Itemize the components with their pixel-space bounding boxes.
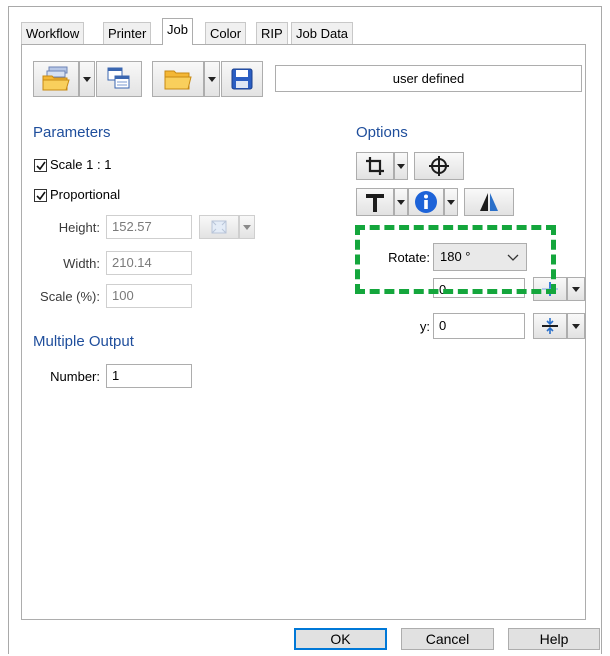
center-vertical-icon xyxy=(542,318,558,334)
crop-button[interactable] xyxy=(356,152,394,180)
floppy-disk-icon xyxy=(231,68,253,90)
mirror-button[interactable] xyxy=(464,188,514,216)
preset-name-field[interactable]: user defined xyxy=(275,65,582,92)
open-template-button[interactable] xyxy=(33,61,79,97)
scale-percent-input[interactable]: 100 xyxy=(106,284,192,308)
chevron-down-icon xyxy=(83,76,91,82)
rotate-select[interactable]: 180 ° xyxy=(433,243,527,271)
help-button[interactable]: Help xyxy=(508,628,600,650)
offset-y-input[interactable]: 0 xyxy=(433,313,525,339)
number-input[interactable]: 1 xyxy=(106,364,192,388)
open-template-dropdown[interactable] xyxy=(79,61,95,97)
tab-job[interactable]: Job xyxy=(162,18,193,45)
proportional-checkbox[interactable] xyxy=(34,189,47,202)
offset-x-input[interactable]: 0 xyxy=(433,278,525,298)
chevron-down-icon xyxy=(507,254,519,261)
tab-workflow[interactable]: Workflow xyxy=(21,22,85,44)
chevron-down-icon xyxy=(397,199,405,205)
crop-icon xyxy=(366,157,384,175)
chevron-down-icon xyxy=(572,323,580,329)
checkmark-icon xyxy=(36,191,46,201)
crosshair-icon xyxy=(429,156,449,176)
width-label: Width: xyxy=(63,256,100,271)
options-heading: Options xyxy=(356,124,408,141)
multiple-output-heading: Multiple Output xyxy=(33,333,134,350)
open-folder-button[interactable] xyxy=(152,61,204,97)
height-input[interactable]: 152.57 xyxy=(106,215,192,239)
chevron-down-icon xyxy=(208,76,216,82)
chevron-down-icon xyxy=(447,199,455,205)
number-label: Number: xyxy=(50,369,100,384)
chevron-down-icon xyxy=(572,286,580,292)
info-icon xyxy=(415,191,437,213)
center-x-dropdown[interactable] xyxy=(567,277,585,301)
text-t-icon xyxy=(366,194,384,212)
center-y-button[interactable] xyxy=(533,313,567,339)
text-button[interactable] xyxy=(356,188,394,216)
folder-icon xyxy=(164,70,192,90)
width-input[interactable]: 210.14 xyxy=(106,251,192,275)
copy-job-button[interactable] xyxy=(96,61,142,97)
folder-stack-icon xyxy=(42,66,70,91)
scale-1-1-label: Scale 1 : 1 xyxy=(50,157,112,172)
tab-rip[interactable]: RIP xyxy=(256,22,288,44)
fit-frame-icon xyxy=(211,220,227,234)
save-button[interactable] xyxy=(221,61,263,97)
tab-job-data[interactable]: Job Data xyxy=(291,22,354,44)
mirror-icon xyxy=(480,193,498,211)
text-dropdown[interactable] xyxy=(394,188,408,216)
chevron-down-icon xyxy=(397,163,405,169)
checkmark-icon xyxy=(36,161,46,171)
center-horizontal-icon xyxy=(542,282,558,296)
tab-color[interactable]: Color xyxy=(205,22,247,44)
height-label: Height: xyxy=(58,220,100,235)
crop-dropdown[interactable] xyxy=(394,152,408,180)
info-button[interactable] xyxy=(408,188,444,216)
center-x-button[interactable] xyxy=(533,277,567,301)
rotate-label: Rotate: xyxy=(388,250,430,265)
proportional-label: Proportional xyxy=(50,187,121,202)
chevron-down-icon xyxy=(243,224,251,230)
ok-button[interactable]: OK xyxy=(294,628,387,650)
center-y-dropdown[interactable] xyxy=(567,313,585,339)
cancel-button[interactable]: Cancel xyxy=(401,628,494,650)
fit-size-button[interactable] xyxy=(199,215,239,239)
scale-1-1-checkbox[interactable] xyxy=(34,159,47,172)
info-dropdown[interactable] xyxy=(444,188,458,216)
open-folder-dropdown[interactable] xyxy=(204,61,220,97)
registration-mark-button[interactable] xyxy=(414,152,464,180)
scale-percent-label: Scale (%): xyxy=(40,289,100,304)
tab-printer[interactable]: Printer xyxy=(103,22,152,44)
copy-windows-icon xyxy=(107,67,130,89)
rotate-value: 180 ° xyxy=(440,249,471,264)
fit-size-dropdown[interactable] xyxy=(239,215,255,239)
offset-y-label: y: xyxy=(419,319,430,334)
parameters-heading: Parameters xyxy=(33,124,111,141)
